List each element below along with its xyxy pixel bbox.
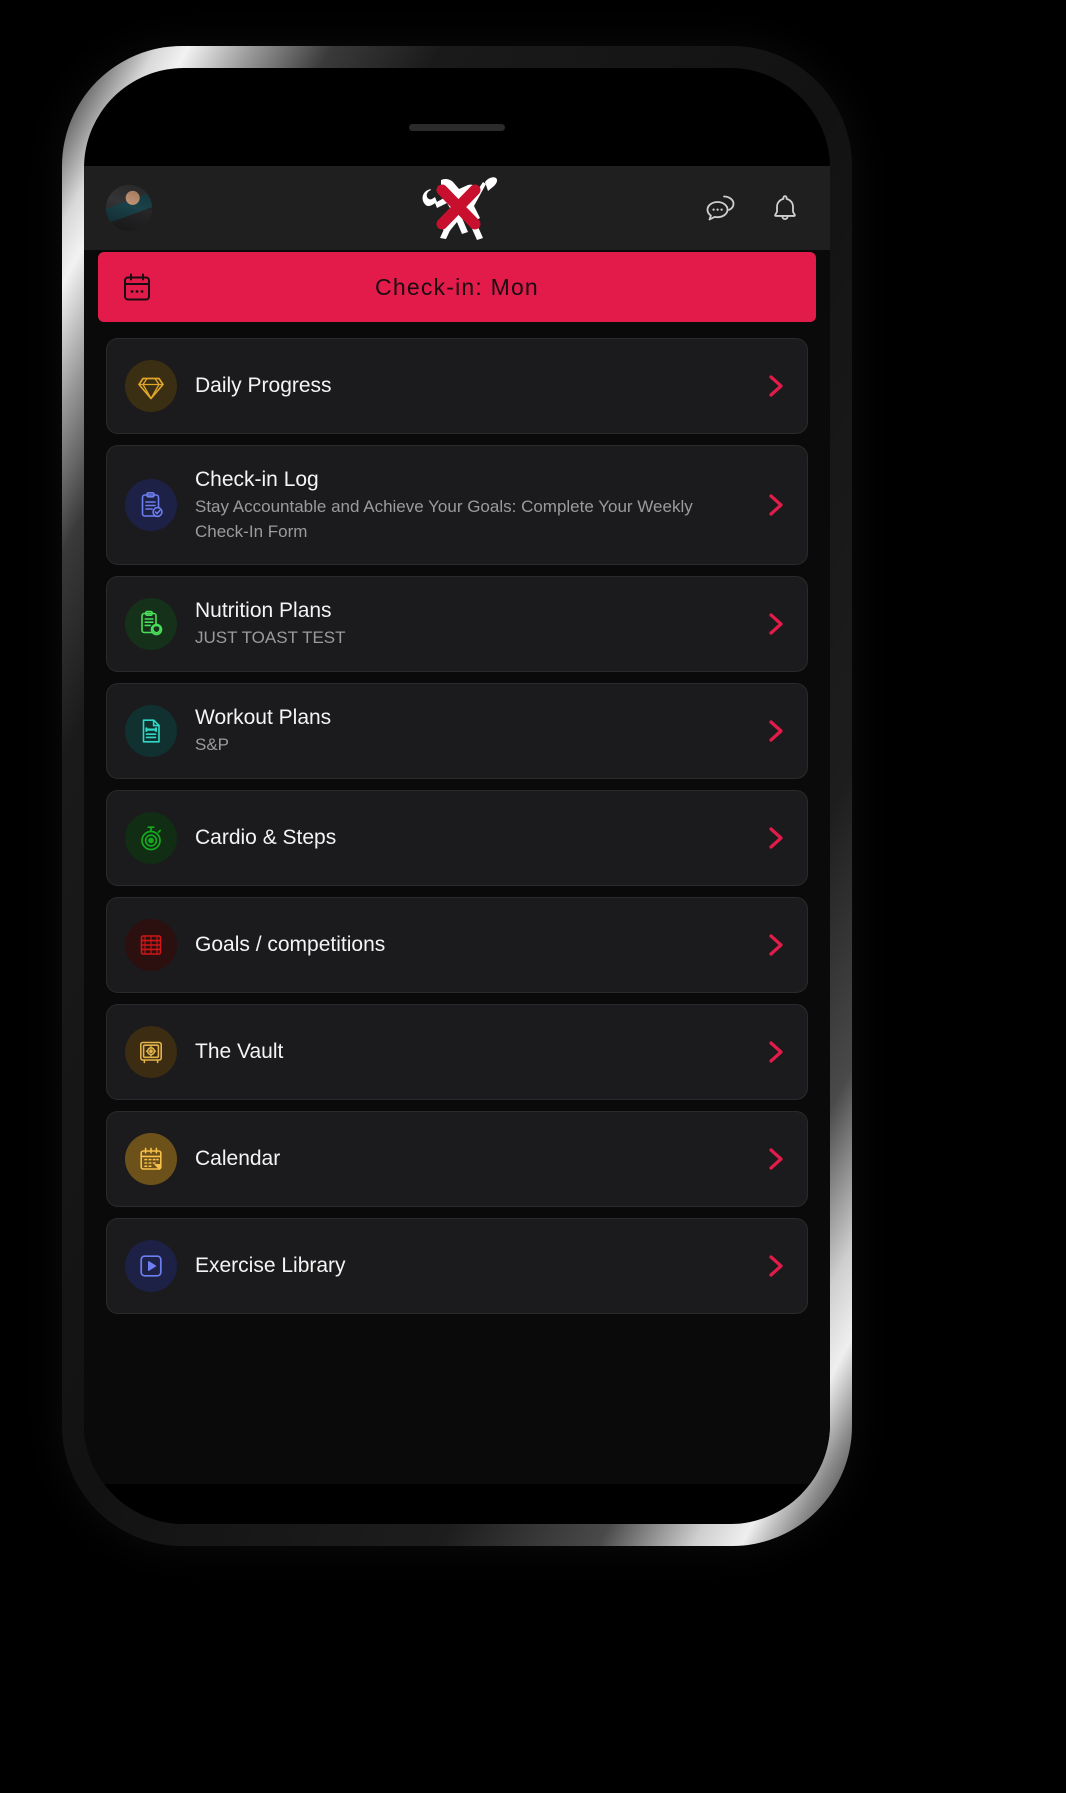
bull-x-logo [397,170,517,250]
safe-vault-icon [125,1026,177,1078]
nav-card-title: Goals / competitions [195,933,386,957]
stopwatch-icon [125,812,177,864]
chevron-right-icon[interactable] [763,609,789,639]
nav-card-the-vault[interactable]: The Vault [106,1004,808,1100]
nav-card-subtitle: S&P [195,735,230,755]
chevron-right-icon[interactable] [763,371,789,401]
avatar[interactable] [106,185,152,231]
nav-card-subtitle: JUST TOAST TEST [195,628,346,648]
nav-card-goals-competitions[interactable]: Goals / competitions [106,897,808,993]
abacus-icon [125,919,177,971]
phone-screen-bezel: Check-in: Mon Daily Progress Check-in Lo… [84,68,830,1524]
screenshot-stage: Check-in: Mon Daily Progress Check-in Lo… [0,0,1066,1793]
chevron-right-icon[interactable] [763,1251,789,1281]
nav-card-subtitle: Stay Accountable and Achieve Your Goals:… [195,497,693,541]
chevron-right-icon[interactable] [763,1144,789,1174]
nav-card-title: Cardio & Steps [195,826,337,850]
checkin-banner[interactable]: Check-in: Mon [98,252,816,322]
nav-card-title: Workout Plans [195,706,332,730]
nav-card-workout-plans[interactable]: Workout Plans S&P [106,683,808,779]
chevron-right-icon[interactable] [763,716,789,746]
nav-card-title: Check-in Log [195,467,319,491]
bell-notification-icon[interactable] [768,191,802,225]
nav-card-exercise-library[interactable]: Exercise Library [106,1218,808,1314]
header-actions [704,191,808,225]
nav-card-title: Calendar [195,1147,281,1171]
nav-card-title: The Vault [195,1040,284,1064]
chevron-right-icon[interactable] [763,823,789,853]
chevron-right-icon[interactable] [763,490,789,520]
nav-card-daily-progress[interactable]: Daily Progress [106,338,808,434]
phone-frame: Check-in: Mon Daily Progress Check-in Lo… [62,46,852,1546]
calendar-days-icon [125,1133,177,1185]
nav-card-cardio-steps[interactable]: Cardio & Steps [106,790,808,886]
nav-card-check-in-log[interactable]: Check-in Log Stay Accountable and Achiev… [106,445,808,565]
app-header [84,166,830,250]
checkin-label: Check-in: Mon [375,273,539,300]
nutrition-clipboard-icon [125,598,177,650]
app-screen: Check-in: Mon Daily Progress Check-in Lo… [84,166,830,1484]
chat-bubbles-icon[interactable] [704,191,738,225]
workout-document-icon [125,705,177,757]
diamond-icon [125,360,177,412]
video-play-icon [125,1240,177,1292]
avatar-shading [106,185,152,231]
nav-card-nutrition-plans[interactable]: Nutrition Plans JUST TOAST TEST [106,576,808,672]
chevron-right-icon[interactable] [763,930,789,960]
phone-speaker-notch [409,124,505,131]
nav-card-title: Exercise Library [195,1254,346,1278]
clipboard-check-icon [125,479,177,531]
calendar-icon [120,270,154,304]
chevron-right-icon[interactable] [763,1037,789,1067]
nav-card-title: Nutrition Plans [195,599,332,623]
nav-card-calendar[interactable]: Calendar [106,1111,808,1207]
nav-card-title: Daily Progress [195,374,332,398]
nav-card-list: Daily Progress Check-in Log Stay Account… [84,322,830,1314]
